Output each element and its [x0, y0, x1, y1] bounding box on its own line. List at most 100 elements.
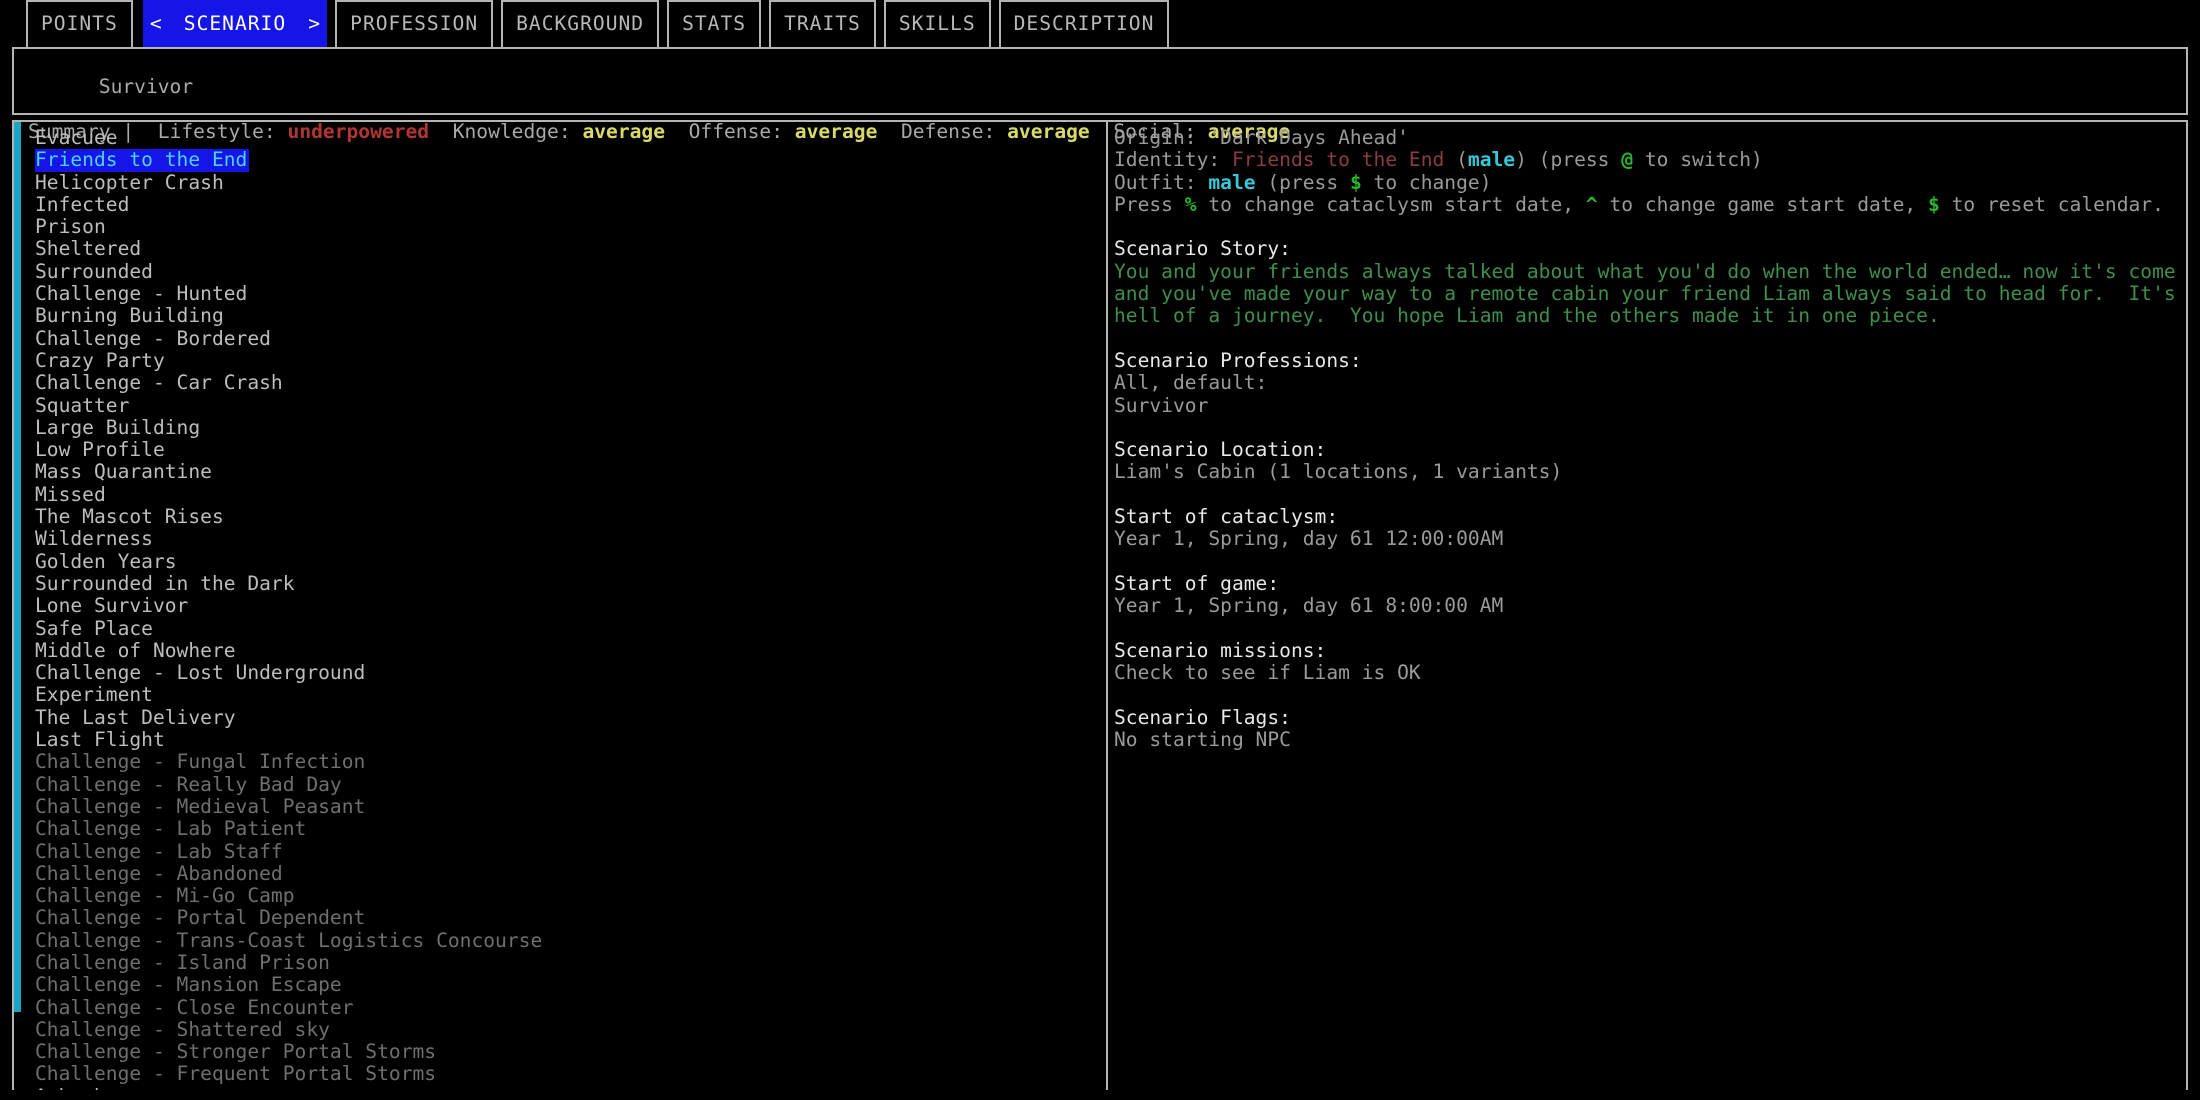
scenario-list-item[interactable]: Challenge - Stronger Portal Storms: [35, 1040, 438, 1063]
scenario-list-item[interactable]: Friends to the End: [35, 148, 250, 172]
prev-tab-arrow[interactable]: <: [142, 0, 169, 49]
tab-stats[interactable]: STATS: [667, 0, 762, 49]
tab-description[interactable]: DESCRIPTION: [998, 0, 1170, 49]
scenario-list-item[interactable]: Challenge - Really Bad Day: [35, 773, 344, 796]
scenario-list-item[interactable]: Burning Building: [35, 305, 226, 328]
scenario-list-item[interactable]: The Mascot Rises: [35, 505, 226, 528]
professions-line-1: All, default:: [1114, 371, 1268, 395]
tab-scenario[interactable]: SCENARIO: [168, 0, 302, 49]
tab-traits[interactable]: TRAITS: [769, 0, 876, 49]
scenario-list-item[interactable]: Wilderness: [35, 528, 155, 551]
scenario-list-item[interactable]: Challenge - Fungal Infection: [35, 751, 367, 774]
scenario-list-item[interactable]: Challenge - Mi-Go Camp: [35, 884, 297, 907]
scenario-list-row: Challenge - Stronger Portal Storms: [35, 1040, 1106, 1063]
scenario-list-row: Crazy Party: [35, 349, 1106, 372]
scenario-list-row: Experiment: [35, 684, 1106, 707]
scenario-list-item[interactable]: Challenge - Lab Patient: [35, 817, 308, 840]
missions-value: Check to see if Liam is OK: [1114, 661, 1421, 685]
scenario-list-row: Challenge - Portal Dependent: [35, 907, 1106, 930]
outfit-value: male: [1208, 170, 1256, 194]
calendar-key-reset[interactable]: $: [1928, 193, 1940, 216]
cataclysm-heading: Start of cataclysm:: [1114, 505, 1339, 529]
scenario-list-row: Challenge - Lost Underground: [35, 661, 1106, 684]
scenario-list-item[interactable]: Safe Place: [35, 617, 155, 640]
game-start-heading: Start of game:: [1114, 571, 1280, 595]
scenario-list-item[interactable]: Prison: [35, 215, 108, 238]
tab-skills[interactable]: SKILLS: [883, 0, 991, 49]
scenario-details-pane: Origin: 'Dark Days Ahead' Identity: Frie…: [1108, 122, 2186, 1090]
profession-name-text: Survivor: [98, 75, 194, 99]
scenario-list-row: Sheltered: [35, 238, 1106, 261]
outfit-label: Outfit:: [1114, 170, 1209, 194]
scenario-list-item[interactable]: Large Building: [35, 416, 202, 439]
scenario-list-item[interactable]: Middle of Nowhere: [35, 639, 238, 662]
scenario-list-item[interactable]: Challenge - Lost Underground: [35, 661, 367, 684]
scenario-list-row: Challenge - Hunted: [35, 282, 1106, 305]
outfit-hint-key[interactable]: $: [1350, 171, 1362, 194]
scenario-list-item[interactable]: Challenge - Frequent Portal Storms: [35, 1063, 438, 1086]
scenario-list-row: Challenge - Car Crash: [35, 371, 1106, 394]
scenario-list-item[interactable]: Challenge - Shattered sky: [35, 1018, 332, 1041]
scenario-list-item[interactable]: Crazy Party: [35, 349, 167, 372]
flags-value: No starting NPC: [1114, 728, 1291, 752]
scenario-list-row: Challenge - Abandoned: [35, 862, 1106, 885]
profession-name: Survivor: [28, 54, 2186, 121]
scenario-list-item[interactable]: Sheltered: [35, 238, 143, 261]
calendar-key-cataclysm[interactable]: %: [1185, 193, 1197, 216]
scenario-list-item[interactable]: Challenge - Bordered: [35, 327, 273, 350]
scenario-list-row: Large Building: [35, 416, 1106, 439]
scenario-list-item[interactable]: Challenge - Car Crash: [35, 371, 285, 394]
identity-gender-value: male: [1467, 148, 1516, 172]
scenario-list-item[interactable]: Surrounded in the Dark: [35, 572, 297, 595]
identity-gender-close: ): [1515, 148, 1527, 172]
scenario-list-row: Safe Place: [35, 617, 1106, 640]
scenario-list-item[interactable]: Infected: [35, 193, 131, 216]
scenario-list-item[interactable]: Ambush: [35, 1085, 108, 1090]
outfit-hint-pre: (press: [1255, 170, 1350, 194]
tab-points[interactable]: POINTS: [26, 0, 133, 49]
calendar-key-gamestart[interactable]: ^: [1586, 193, 1598, 216]
scenario-list-row: Challenge - Mi-Go Camp: [35, 884, 1106, 907]
tab-profession[interactable]: PROFESSION: [335, 0, 494, 49]
cataclysm-value: Year 1, Spring, day 61 12:00:00AM: [1114, 527, 1504, 551]
scenario-list-item[interactable]: Challenge - Medieval Peasant: [35, 795, 367, 818]
calendar-mid2: to change game start date,: [1597, 192, 1928, 216]
tab-background[interactable]: BACKGROUND: [501, 0, 660, 49]
scenario-list-item[interactable]: Helicopter Crash: [35, 171, 226, 194]
scenario-list-scrollbar[interactable]: [14, 122, 21, 1090]
story-line-3: hell of a journey. You hope Liam and the…: [1114, 304, 1940, 328]
scenario-list-row: The Last Delivery: [35, 706, 1106, 729]
scenario-list-item[interactable]: Lone Survivor: [35, 594, 190, 617]
identity-hint-pre: (press: [1526, 148, 1622, 172]
scenario-list-item[interactable]: Squatter: [35, 394, 131, 417]
scenario-list-item[interactable]: Challenge - Hunted: [35, 282, 249, 305]
next-tab-arrow[interactable]: >: [301, 0, 328, 49]
scenario-list-scrollbar-thumb[interactable]: [14, 122, 21, 1012]
scenario-list-item[interactable]: Challenge - Island Prison: [35, 951, 332, 974]
scenario-list-item[interactable]: Low Profile: [35, 438, 167, 461]
scenario-list-item[interactable]: Evacuee: [35, 126, 120, 149]
scenario-list-item[interactable]: Surrounded: [35, 260, 155, 283]
identity-hint-key[interactable]: @: [1621, 148, 1633, 171]
scenario-list-item[interactable]: Challenge - Trans-Coast Logistics Concou…: [35, 929, 544, 952]
scenario-list-item[interactable]: Golden Years: [35, 550, 179, 573]
scenario-list-item[interactable]: Missed: [35, 483, 108, 506]
scenario-list-item[interactable]: Challenge - Close Encounter: [35, 996, 356, 1019]
scenario-list-item[interactable]: Challenge - Lab Staff: [35, 840, 285, 863]
scenario-list-item[interactable]: Mass Quarantine: [35, 461, 214, 484]
scenario-list-item[interactable]: Challenge - Abandoned: [35, 862, 285, 885]
scenario-list-item[interactable]: The Last Delivery: [35, 706, 238, 729]
identity-line: Identity: Friends to the End (male) (pre…: [1114, 149, 2186, 171]
scenario-list-row: Middle of Nowhere: [35, 639, 1106, 662]
scenario-list-row: Low Profile: [35, 438, 1106, 461]
scenario-list-item[interactable]: Challenge - Portal Dependent: [35, 907, 367, 930]
origin-value: 'Dark Days Ahead': [1208, 126, 1409, 149]
scenario-list-item[interactable]: Experiment: [35, 684, 155, 707]
main-content: Evacuee Friends to the End Helicopter Cras…: [12, 120, 2188, 1090]
scenario-list-item[interactable]: Challenge - Mansion Escape: [35, 973, 344, 996]
scenario-list-row: Last Flight: [35, 728, 1106, 751]
scenario-list-item[interactable]: Last Flight: [35, 728, 167, 751]
identity-value: Friends to the End: [1231, 148, 1445, 172]
